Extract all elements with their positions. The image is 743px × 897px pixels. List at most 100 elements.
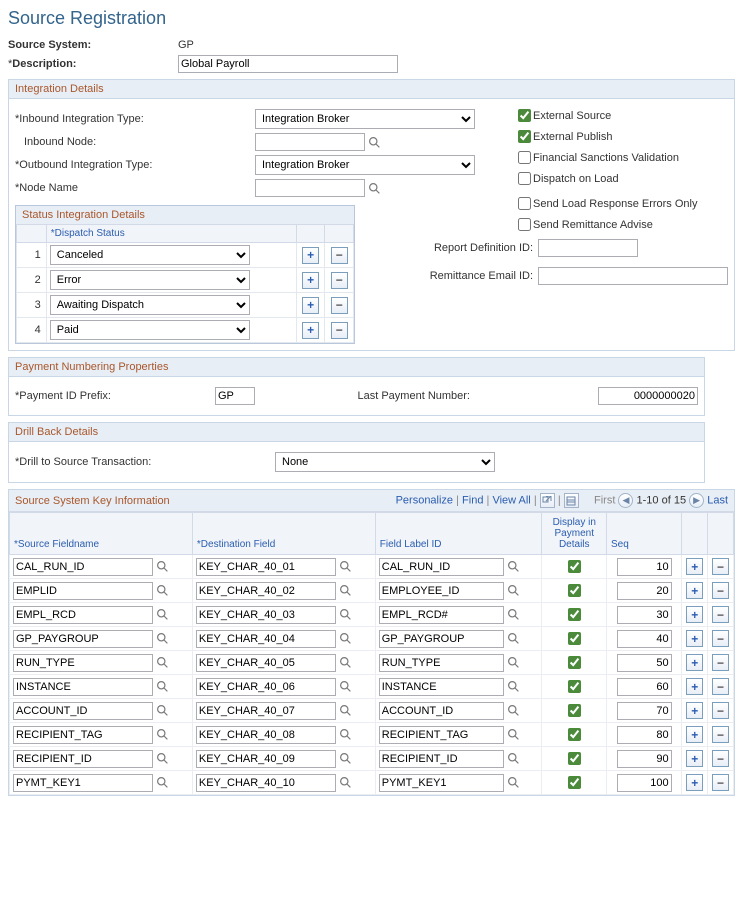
status-select[interactable]: Canceled bbox=[50, 245, 250, 265]
add-row-icon[interactable]: + bbox=[686, 654, 703, 671]
lookup-icon[interactable] bbox=[155, 559, 170, 574]
display-check[interactable] bbox=[568, 728, 581, 741]
display-check[interactable] bbox=[568, 704, 581, 717]
seq-input[interactable] bbox=[617, 702, 672, 720]
lookup-icon[interactable] bbox=[338, 655, 353, 670]
key-col-src[interactable]: *Source Fieldname bbox=[10, 513, 193, 555]
add-row-icon[interactable]: + bbox=[302, 297, 319, 314]
fin-sanc-check[interactable] bbox=[518, 151, 531, 164]
remove-row-icon[interactable]: − bbox=[712, 630, 729, 647]
lookup-icon[interactable] bbox=[506, 679, 521, 694]
seq-input[interactable] bbox=[617, 630, 672, 648]
display-check[interactable] bbox=[568, 608, 581, 621]
description-input[interactable] bbox=[178, 55, 398, 73]
src-field-input[interactable] bbox=[13, 606, 153, 624]
lookup-icon[interactable] bbox=[506, 775, 521, 790]
lookup-icon[interactable] bbox=[338, 727, 353, 742]
src-field-input[interactable] bbox=[13, 726, 153, 744]
label-field-input[interactable] bbox=[379, 750, 504, 768]
inbound-node-input[interactable] bbox=[255, 133, 365, 151]
status-select[interactable]: Error bbox=[50, 270, 250, 290]
display-check[interactable] bbox=[568, 752, 581, 765]
lookup-icon[interactable] bbox=[155, 703, 170, 718]
add-row-icon[interactable]: + bbox=[686, 726, 703, 743]
seq-input[interactable] bbox=[617, 558, 672, 576]
remove-row-icon[interactable]: − bbox=[331, 322, 348, 339]
label-field-input[interactable] bbox=[379, 630, 504, 648]
add-row-icon[interactable]: + bbox=[686, 678, 703, 695]
seq-input[interactable] bbox=[617, 678, 672, 696]
seq-input[interactable] bbox=[617, 654, 672, 672]
add-row-icon[interactable]: + bbox=[302, 322, 319, 339]
lookup-icon[interactable] bbox=[338, 679, 353, 694]
dest-field-input[interactable] bbox=[196, 630, 336, 648]
key-col-disp[interactable]: Display in Payment Details bbox=[542, 513, 607, 555]
lookup-icon[interactable] bbox=[506, 727, 521, 742]
src-field-input[interactable] bbox=[13, 774, 153, 792]
lookup-icon[interactable] bbox=[155, 727, 170, 742]
add-row-icon[interactable]: + bbox=[686, 630, 703, 647]
lookup-icon[interactable] bbox=[338, 583, 353, 598]
send-remit-check[interactable] bbox=[518, 218, 531, 231]
remove-row-icon[interactable]: − bbox=[331, 272, 348, 289]
lookup-icon[interactable] bbox=[338, 607, 353, 622]
display-check[interactable] bbox=[568, 680, 581, 693]
find-link[interactable]: Find bbox=[462, 494, 483, 506]
display-check[interactable] bbox=[568, 656, 581, 669]
src-field-input[interactable] bbox=[13, 582, 153, 600]
label-field-input[interactable] bbox=[379, 678, 504, 696]
outbound-type-select[interactable]: Integration Broker bbox=[255, 155, 475, 175]
lookup-icon[interactable] bbox=[155, 775, 170, 790]
remove-row-icon[interactable]: − bbox=[331, 247, 348, 264]
lookup-icon[interactable] bbox=[338, 751, 353, 766]
dest-field-input[interactable] bbox=[196, 774, 336, 792]
src-field-input[interactable] bbox=[13, 558, 153, 576]
label-field-input[interactable] bbox=[379, 726, 504, 744]
lookup-icon[interactable] bbox=[338, 631, 353, 646]
add-row-icon[interactable]: + bbox=[302, 272, 319, 289]
drill-select[interactable]: None bbox=[275, 452, 495, 472]
node-name-lookup-icon[interactable] bbox=[367, 181, 382, 196]
inbound-type-select[interactable]: Integration Broker bbox=[255, 109, 475, 129]
lookup-icon[interactable] bbox=[506, 607, 521, 622]
label-field-input[interactable] bbox=[379, 606, 504, 624]
remit-email-input[interactable] bbox=[538, 267, 728, 285]
personalize-link[interactable]: Personalize bbox=[396, 494, 453, 506]
external-source-check[interactable] bbox=[518, 109, 531, 122]
label-field-input[interactable] bbox=[379, 702, 504, 720]
add-row-icon[interactable]: + bbox=[302, 247, 319, 264]
lookup-icon[interactable] bbox=[506, 559, 521, 574]
label-field-input[interactable] bbox=[379, 582, 504, 600]
remove-row-icon[interactable]: − bbox=[712, 582, 729, 599]
lookup-icon[interactable] bbox=[155, 631, 170, 646]
seq-input[interactable] bbox=[617, 750, 672, 768]
dest-field-input[interactable] bbox=[196, 654, 336, 672]
add-row-icon[interactable]: + bbox=[686, 774, 703, 791]
dest-field-input[interactable] bbox=[196, 606, 336, 624]
label-field-input[interactable] bbox=[379, 654, 504, 672]
status-col-dispatch[interactable]: *Dispatch Status bbox=[46, 225, 296, 243]
status-select[interactable]: Awaiting Dispatch bbox=[50, 295, 250, 315]
remove-row-icon[interactable]: − bbox=[712, 654, 729, 671]
seq-input[interactable] bbox=[617, 606, 672, 624]
send-load-check[interactable] bbox=[518, 197, 531, 210]
lookup-icon[interactable] bbox=[155, 679, 170, 694]
display-check[interactable] bbox=[568, 776, 581, 789]
dest-field-input[interactable] bbox=[196, 582, 336, 600]
lookup-icon[interactable] bbox=[506, 751, 521, 766]
dispatch-check[interactable] bbox=[518, 172, 531, 185]
prev-icon[interactable]: ◀ bbox=[618, 493, 633, 508]
external-publish-check[interactable] bbox=[518, 130, 531, 143]
add-row-icon[interactable]: + bbox=[686, 558, 703, 575]
node-name-input[interactable] bbox=[255, 179, 365, 197]
dest-field-input[interactable] bbox=[196, 702, 336, 720]
display-check[interactable] bbox=[568, 560, 581, 573]
label-field-input[interactable] bbox=[379, 774, 504, 792]
lookup-icon[interactable] bbox=[155, 655, 170, 670]
inbound-node-lookup-icon[interactable] bbox=[367, 135, 382, 150]
src-field-input[interactable] bbox=[13, 654, 153, 672]
remove-row-icon[interactable]: − bbox=[712, 558, 729, 575]
src-field-input[interactable] bbox=[13, 702, 153, 720]
lookup-icon[interactable] bbox=[506, 583, 521, 598]
add-row-icon[interactable]: + bbox=[686, 606, 703, 623]
